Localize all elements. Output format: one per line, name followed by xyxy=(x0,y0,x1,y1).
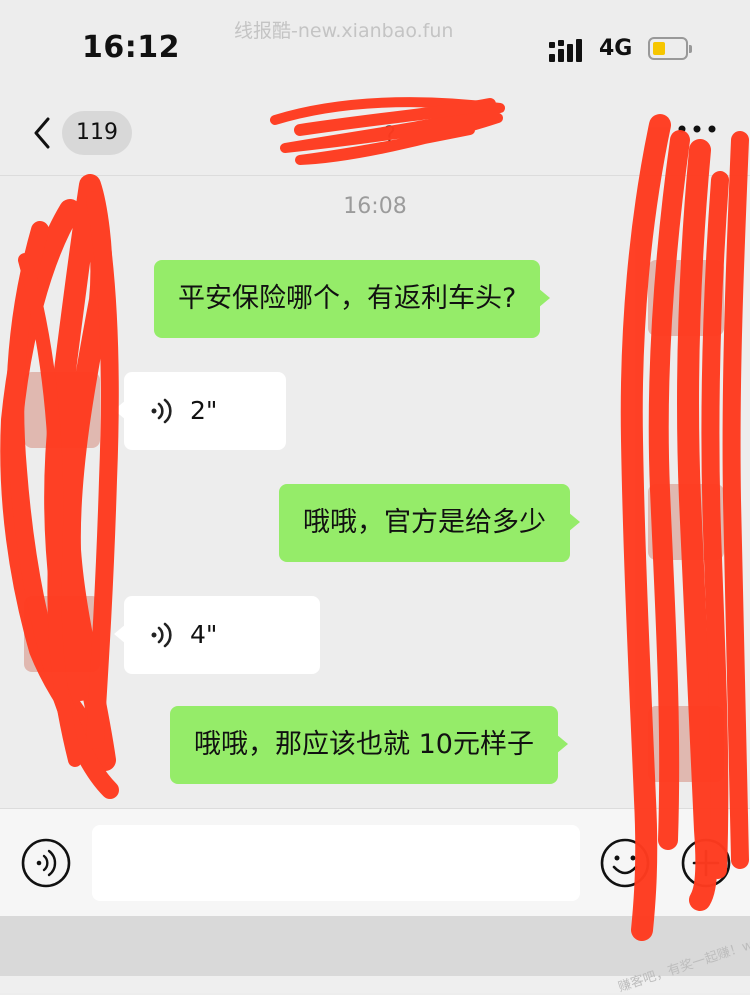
contact-avatar[interactable] xyxy=(24,596,100,672)
incoming-voice-bubble[interactable]: 4" xyxy=(114,596,320,674)
ellipsis-icon[interactable] xyxy=(676,119,718,139)
status-time: 16:12 xyxy=(82,30,180,65)
chat-title: ? xyxy=(270,105,510,165)
status-bar: 16:12 线报酷-new.xianbao.fun 4G xyxy=(0,0,750,95)
emoji-icon[interactable] xyxy=(599,837,651,889)
outgoing-message-bubble[interactable]: 哦哦，官方是给多少 xyxy=(279,484,580,562)
signal-bars-icon xyxy=(549,39,582,62)
unread-count-badge[interactable]: 119 xyxy=(62,111,132,155)
voice-duration: 4" xyxy=(190,620,218,649)
message-list[interactable]: 16:08 平安保险哪个，有返利车头? 2" 哦哦，官方是给多少 4" 哦哦，那… xyxy=(0,176,750,808)
message-timestamp: 16:08 xyxy=(343,194,407,219)
my-avatar[interactable] xyxy=(648,260,724,336)
chat-header: 119 ? xyxy=(0,95,750,176)
battery-icon xyxy=(648,37,692,60)
chat-title-text: ? xyxy=(384,123,396,148)
input-bar xyxy=(0,808,750,917)
network-type: 4G xyxy=(599,36,633,61)
contact-avatar[interactable] xyxy=(24,372,100,448)
plus-icon[interactable] xyxy=(680,837,732,889)
my-avatar[interactable] xyxy=(648,484,724,560)
incoming-voice-bubble[interactable]: 2" xyxy=(114,372,286,450)
voice-input-icon[interactable] xyxy=(20,837,72,889)
voice-duration: 2" xyxy=(190,396,218,425)
chevron-left-icon[interactable] xyxy=(28,113,56,153)
voice-wave-icon xyxy=(151,398,172,424)
my-avatar[interactable] xyxy=(648,706,724,782)
outgoing-message-bubble[interactable]: 平安保险哪个，有返利车头? xyxy=(154,260,551,338)
outgoing-message-bubble[interactable]: 哦哦，那应该也就 10元样子 xyxy=(170,706,568,784)
voice-wave-icon xyxy=(151,622,172,648)
top-watermark: 线报酷-new.xianbao.fun xyxy=(234,20,454,42)
message-input[interactable] xyxy=(92,825,580,901)
